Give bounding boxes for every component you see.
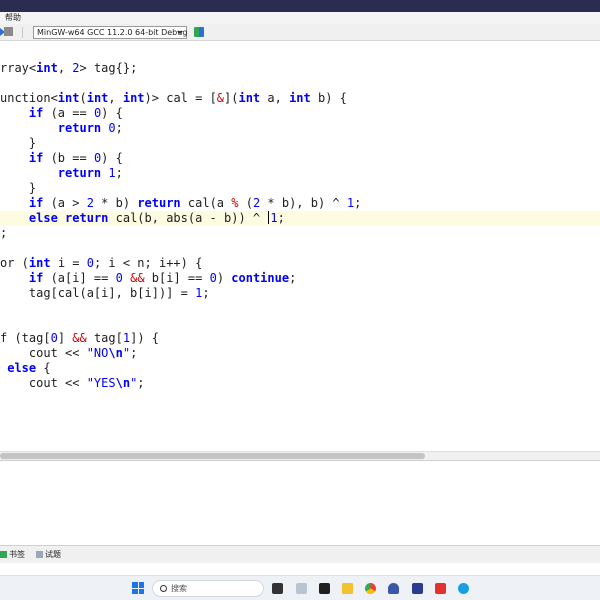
code-line[interactable]: [0, 406, 600, 421]
code-line[interactable]: return 1;: [0, 166, 600, 181]
taskbar: 搜索: [0, 575, 600, 600]
code-line[interactable]: if (a[i] == 0 && b[i] == 0) continue;: [0, 271, 600, 286]
horizontal-scrollbar[interactable]: [0, 451, 600, 460]
menu-bar: 帮助: [0, 12, 600, 24]
chevron-down-icon: [177, 31, 183, 34]
code-line[interactable]: return 0;: [0, 121, 600, 136]
problem-icon: [36, 551, 43, 558]
code-line[interactable]: [0, 301, 600, 316]
wps-icon[interactable]: [435, 583, 446, 594]
code-line[interactable]: unction<int(int, int)> cal = [&](int a, …: [0, 91, 600, 106]
code-editor[interactable]: rray<int, 2> tag{}; unction<int(int, int)…: [0, 56, 600, 451]
taskbar-search-input[interactable]: 搜索: [152, 580, 264, 597]
scrollbar-thumb[interactable]: [0, 453, 425, 459]
output-panel: [0, 460, 600, 545]
stop-icon[interactable]: [4, 27, 13, 36]
tab-problems-label: 试题: [45, 550, 61, 559]
code-line[interactable]: [0, 421, 600, 436]
code-line[interactable]: if (b == 0) {: [0, 151, 600, 166]
search-placeholder: 搜索: [171, 584, 187, 593]
code-line[interactable]: f (tag[0] && tag[1]) {: [0, 331, 600, 346]
panel-tab-bar: 书签 试题: [0, 545, 600, 563]
taskview-icon[interactable]: [272, 583, 283, 594]
terminal-icon[interactable]: [319, 583, 330, 594]
chrome-icon[interactable]: [365, 583, 376, 594]
code-line[interactable]: [0, 241, 600, 256]
code-line[interactable]: rray<int, 2> tag{};: [0, 61, 600, 76]
bookmark-icon: [0, 551, 7, 558]
code-line[interactable]: else {: [0, 361, 600, 376]
code-line[interactable]: if (a == 0) {: [0, 106, 600, 121]
toolbar-separator: [22, 27, 23, 38]
compiler-select-value: MinGW-w64 GCC 11.2.0 64-bit Debug: [37, 28, 188, 37]
code-line[interactable]: if (a > 2 * b) return cal(a % (2 * b), b…: [0, 196, 600, 211]
start-icon[interactable]: [132, 582, 144, 594]
code-line[interactable]: }: [0, 181, 600, 196]
search-icon: [160, 585, 167, 592]
window-titlebar: [0, 0, 600, 12]
code-line[interactable]: [0, 316, 600, 331]
toolbar: MinGW-w64 GCC 11.2.0 64-bit Debug: [0, 24, 600, 41]
grid-icon[interactable]: [194, 27, 204, 37]
app-icon[interactable]: [412, 583, 423, 594]
code-line[interactable]: [0, 76, 600, 91]
tab-bookmarks-label: 书签: [9, 550, 25, 559]
code-line[interactable]: or (int i = 0; i < n; i++) {: [0, 256, 600, 271]
code-line[interactable]: cout << "YES\n";: [0, 376, 600, 391]
widgets-icon[interactable]: [296, 583, 307, 594]
app-icon[interactable]: [388, 583, 399, 594]
code-line[interactable]: cout << "NO\n";: [0, 346, 600, 361]
menu-help[interactable]: 帮助: [5, 12, 21, 24]
code-line[interactable]: tag[cal(a[i], b[i])] = 1;: [0, 286, 600, 301]
code-line[interactable]: }: [0, 136, 600, 151]
code-line[interactable]: else return cal(b, abs(a - b)) ^ 1;: [0, 211, 600, 226]
tab-bookmarks[interactable]: 书签: [0, 548, 25, 561]
browser-icon[interactable]: [458, 583, 469, 594]
code-line[interactable]: ;: [0, 226, 600, 241]
file-explorer-icon[interactable]: [342, 583, 353, 594]
code-line[interactable]: [0, 391, 600, 406]
tab-problems[interactable]: 试题: [36, 548, 61, 561]
code-line[interactable]: [0, 436, 600, 451]
compiler-select[interactable]: MinGW-w64 GCC 11.2.0 64-bit Debug: [33, 26, 187, 39]
